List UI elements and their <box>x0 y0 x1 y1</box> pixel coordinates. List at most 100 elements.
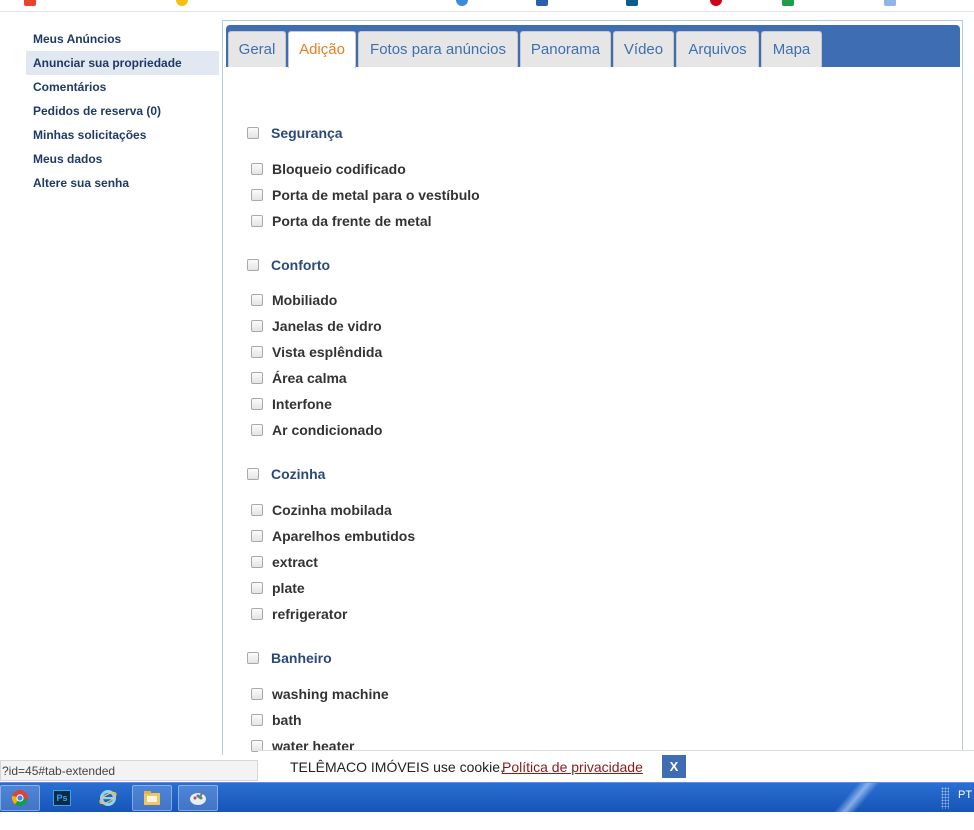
option-item: extract <box>251 554 318 570</box>
option-label: plate <box>272 580 305 596</box>
option-label: Porta da frente de metal <box>272 213 432 229</box>
option-item: Vista esplêndida <box>251 344 382 360</box>
group-title: Cozinha <box>271 466 326 482</box>
option-label: refrigerator <box>272 606 348 622</box>
option-item: plate <box>251 580 305 596</box>
option-checkbox[interactable] <box>251 556 263 568</box>
bookmark-icon[interactable] <box>782 0 794 6</box>
group-checkbox[interactable] <box>247 468 259 480</box>
option-label: Ar condicionado <box>272 422 383 438</box>
option-item: Porta da frente de metal <box>251 213 432 229</box>
bookmark-icon[interactable] <box>24 0 36 6</box>
cookie-text: TELÊMACO IMÓVEIS use cookie, <box>290 759 504 775</box>
sidebar-item-minhas-solicitacoes[interactable]: Minhas solicitações <box>26 123 219 147</box>
group-title: Segurança <box>271 125 343 141</box>
option-checkbox[interactable] <box>251 424 263 436</box>
tab-fotos[interactable]: Fotos para anúncios <box>358 31 518 67</box>
option-checkbox[interactable] <box>251 189 263 201</box>
property-form-panel: Geral Adição Fotos para anúncios Panoram… <box>222 20 963 755</box>
paint-icon[interactable] <box>178 785 218 811</box>
taskbar-decoration <box>822 783 882 812</box>
tab-video[interactable]: Vídeo <box>613 31 674 67</box>
tab-geral[interactable]: Geral <box>228 31 286 67</box>
group-header-conforto: Conforto <box>247 257 330 273</box>
option-checkbox[interactable] <box>251 294 263 306</box>
photoshop-icon[interactable]: Ps <box>42 785 82 811</box>
option-item: refrigerator <box>251 606 347 622</box>
taskbar: Ps PT <box>0 782 974 812</box>
tray-grip <box>941 787 949 809</box>
bookmarks-bar <box>0 0 974 12</box>
group-header-banheiro: Banheiro <box>247 650 332 666</box>
option-checkbox[interactable] <box>251 530 263 542</box>
option-item: Cozinha mobilada <box>251 502 392 518</box>
option-item: Mobiliado <box>251 292 337 308</box>
option-item: Aparelhos embutidos <box>251 528 415 544</box>
group-checkbox[interactable] <box>247 652 259 664</box>
bookmark-icon[interactable] <box>176 0 188 6</box>
tab-bar: Geral Adição Fotos para anúncios Panoram… <box>226 25 960 68</box>
bookmark-icon[interactable] <box>536 0 548 6</box>
bookmark-icon[interactable] <box>884 0 896 6</box>
language-indicator[interactable]: PT <box>958 789 972 801</box>
option-item: Ar condicionado <box>251 422 382 438</box>
option-item: Bloqueio codificado <box>251 161 406 177</box>
option-label: Porta de metal para o vestíbulo <box>272 187 480 203</box>
option-item: Área calma <box>251 370 347 386</box>
photoshop-label: Ps <box>53 790 71 806</box>
bookmark-icon[interactable] <box>710 0 722 6</box>
group-title: Conforto <box>271 257 331 273</box>
option-checkbox[interactable] <box>251 608 263 620</box>
option-checkbox[interactable] <box>251 215 263 227</box>
option-label: Aparelhos embutidos <box>272 528 416 544</box>
status-url: ?id=45#tab-extended <box>0 760 258 781</box>
screen-bottom <box>0 812 974 830</box>
option-item: Porta de metal para o vestíbulo <box>251 187 480 203</box>
account-sidebar: Meus Anúncios Anunciar sua propriedade C… <box>26 27 219 195</box>
file-explorer-icon[interactable] <box>132 785 172 811</box>
option-label: Bloqueio codificado <box>272 161 406 177</box>
group-checkbox[interactable] <box>247 127 259 139</box>
option-label: Cozinha mobilada <box>272 502 392 518</box>
sidebar-item-altere-senha[interactable]: Altere sua senha <box>26 171 219 195</box>
group-checkbox[interactable] <box>247 259 259 271</box>
option-label: Área calma <box>272 370 347 386</box>
option-label: Vista esplêndida <box>272 344 383 360</box>
tab-panorama[interactable]: Panorama <box>520 31 611 67</box>
option-checkbox[interactable] <box>251 372 263 384</box>
option-checkbox[interactable] <box>251 504 263 516</box>
option-checkbox[interactable] <box>251 320 263 332</box>
option-item: Janelas de vidro <box>251 318 382 334</box>
sidebar-item-comentarios[interactable]: Comentários <box>26 75 219 99</box>
sidebar-item-meus-dados[interactable]: Meus dados <box>26 147 219 171</box>
bookmark-icon[interactable] <box>626 0 638 6</box>
chrome-icon[interactable] <box>0 785 40 811</box>
group-title: Banheiro <box>271 650 332 666</box>
option-checkbox[interactable] <box>251 714 263 726</box>
option-checkbox[interactable] <box>251 346 263 358</box>
sidebar-item-meus-anuncios[interactable]: Meus Anúncios <box>26 27 219 51</box>
option-label: Mobiliado <box>272 292 338 308</box>
ie-icon[interactable] <box>88 785 128 811</box>
option-checkbox[interactable] <box>251 688 263 700</box>
sidebar-item-pedidos-reserva[interactable]: Pedidos de reserva (0) <box>26 99 219 123</box>
tab-arquivos[interactable]: Arquivos <box>676 31 759 67</box>
group-header-cozinha: Cozinha <box>247 466 325 482</box>
sidebar-item-anunciar[interactable]: Anunciar sua propriedade <box>26 51 219 75</box>
cookie-close-button[interactable]: X <box>662 755 686 778</box>
option-checkbox[interactable] <box>251 163 263 175</box>
option-label: washing machine <box>272 686 389 702</box>
bookmark-icon[interactable] <box>456 0 468 6</box>
option-label: Interfone <box>272 396 332 412</box>
option-item: Interfone <box>251 396 332 412</box>
privacy-policy-link[interactable]: Política de privacidade <box>502 759 643 775</box>
option-item: bath <box>251 712 302 728</box>
option-label: bath <box>272 712 302 728</box>
tab-mapa[interactable]: Mapa <box>761 31 822 67</box>
option-label: Janelas de vidro <box>272 318 382 334</box>
option-checkbox[interactable] <box>251 398 263 410</box>
option-item: washing machine <box>251 686 389 702</box>
group-header-seguranca: Segurança <box>247 125 343 141</box>
option-checkbox[interactable] <box>251 582 263 594</box>
tab-adicao[interactable]: Adição <box>288 31 356 68</box>
